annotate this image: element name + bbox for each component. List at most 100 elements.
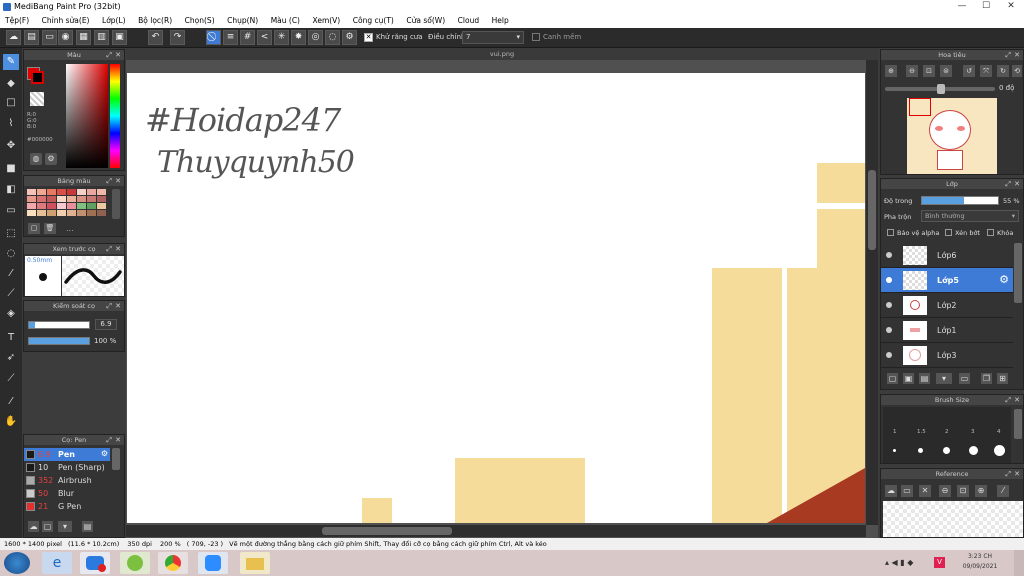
tray-icons[interactable]: ▴ ◀ ▮ ◆ [885, 558, 913, 567]
brush-settings-icon[interactable]: ▤ [82, 521, 93, 532]
curve-snap-icon[interactable]: ◌ [325, 30, 340, 45]
new-palette-icon[interactable]: ▢ [28, 223, 40, 234]
brush-item[interactable]: 6.9 Pen ⚙ [24, 448, 110, 461]
gradient-tool-icon[interactable]: ▭ [3, 203, 19, 219]
snap-checkbox[interactable] [532, 33, 540, 41]
brush-item[interactable]: 10 Pen (Sharp) [24, 461, 110, 474]
layer-scrollbar[interactable] [1014, 243, 1022, 303]
magic-wand-icon[interactable]: ⁄ [3, 266, 19, 282]
correction-select[interactable]: 7 ▾ [462, 31, 524, 44]
redo-icon[interactable]: ↷ [170, 30, 185, 45]
actual-size-icon[interactable]: ⊜ [940, 65, 952, 77]
close-icon[interactable]: ✕ [1014, 50, 1020, 60]
ie-icon[interactable]: e [42, 552, 72, 574]
size-dot[interactable] [918, 448, 923, 453]
close-icon[interactable]: ✕ [115, 50, 121, 60]
eraser-tool-icon[interactable]: ◆ [3, 76, 19, 92]
flip-icon[interactable]: ⤧ [980, 65, 992, 77]
close-button[interactable]: ✕ [998, 0, 1024, 13]
size-dot[interactable] [893, 449, 896, 452]
save-icon[interactable]: ▦ [76, 30, 91, 45]
start-button[interactable] [4, 552, 30, 574]
transparent-swatch[interactable] [30, 92, 44, 106]
zoom-out-icon[interactable]: ⊖ [906, 65, 918, 77]
add-brush-icon[interactable]: ▢ [42, 521, 53, 532]
circle-snap-icon[interactable]: ◎ [308, 30, 323, 45]
menu-color[interactable]: Màu (C) [266, 14, 305, 27]
new-8bit-layer-icon[interactable]: ▤ [919, 373, 930, 384]
cloud-brush-icon[interactable]: ☁ [28, 521, 39, 532]
duplicate-layer-icon[interactable]: ❐ [981, 373, 992, 384]
radial-snap-icon[interactable]: ✳ [274, 30, 289, 45]
undo-icon[interactable]: ↶ [148, 30, 163, 45]
cloud-icon[interactable]: ☁ [6, 30, 21, 45]
layer-row[interactable]: Lớp1 [881, 318, 1013, 343]
layer-row-selected[interactable]: Lớp5 ⚙ [881, 268, 1013, 293]
rotate-right-icon[interactable]: ↻ [997, 65, 1009, 77]
navigator-thumbnail[interactable] [907, 98, 997, 174]
new-halftone-layer-icon[interactable]: ▣ [903, 373, 914, 384]
close-icon[interactable]: ✕ [115, 176, 121, 186]
eye-icon[interactable] [886, 277, 892, 283]
brush-size-value[interactable]: 6.9 [95, 319, 117, 330]
text-tool-icon[interactable]: T [3, 330, 19, 346]
layer-menu-icon[interactable]: ▾ [936, 373, 952, 384]
menu-select[interactable]: Chọn(S) [180, 14, 220, 27]
rotation-slider[interactable] [885, 84, 995, 94]
vertical-scrollbar[interactable] [866, 60, 878, 525]
scroll-thumb[interactable] [868, 170, 876, 250]
brush-menu-icon[interactable]: ▾ [58, 521, 72, 532]
bucket-tool-icon[interactable]: ◧ [3, 182, 19, 198]
eye-icon[interactable] [886, 352, 892, 358]
brush-item[interactable]: 352 Airbrush [24, 474, 110, 487]
reference-view[interactable] [883, 501, 1023, 537]
menu-tools[interactable]: Công cụ(T) [348, 14, 399, 27]
menu-edit[interactable]: Chỉnh sửa(E) [37, 14, 95, 27]
zalo-icon[interactable] [80, 552, 110, 574]
brush-size-scrollbar[interactable] [1014, 409, 1022, 439]
menu-file[interactable]: Tệp(F) [0, 14, 34, 27]
reset-rotation-icon[interactable]: ⟲ [1012, 65, 1022, 77]
layer-row[interactable]: Lớp3 [881, 343, 1013, 368]
snap-off-icon[interactable]: ⃠ [206, 30, 221, 45]
palette-scrollbar[interactable] [112, 189, 120, 219]
clipping-checkbox[interactable] [945, 229, 952, 236]
speech-icon[interactable]: ◉ [58, 30, 73, 45]
brush-list-scrollbar[interactable] [112, 448, 120, 470]
size-dot[interactable] [943, 447, 950, 454]
fill-rect-icon[interactable]: ■ [3, 161, 19, 177]
rotate-left-icon[interactable]: ↺ [963, 65, 975, 77]
layer-row[interactable]: Lớp2 [881, 293, 1013, 318]
eye-icon[interactable] [886, 302, 892, 308]
eyedropper-icon[interactable]: ⁄ [3, 394, 19, 410]
protect-alpha-checkbox[interactable] [887, 229, 894, 236]
select-eraser-icon[interactable]: ◈ [3, 306, 19, 322]
document-tab[interactable]: vui.png [126, 48, 878, 60]
move-tool-icon[interactable]: ✥ [3, 138, 19, 154]
eye-icon[interactable] [886, 252, 892, 258]
settings-snap-icon[interactable]: ⚙ [342, 30, 357, 45]
menu-view[interactable]: Xem(V) [308, 14, 346, 27]
color-wheel-icon[interactable]: ◍ [30, 153, 42, 165]
palette-swatches[interactable] [26, 189, 110, 217]
close-icon[interactable]: ✕ [115, 244, 121, 254]
menu-cloud[interactable]: Cloud [453, 14, 484, 27]
perspective-snap-icon[interactable]: < [257, 30, 272, 45]
lasso-tool-icon[interactable]: ◌ [3, 246, 19, 262]
folder-icon[interactable]: ▭ [959, 373, 970, 384]
minimize-button[interactable]: — [950, 0, 974, 13]
brush-opacity-slider[interactable] [28, 337, 90, 345]
horizontal-scrollbar[interactable] [126, 525, 866, 537]
palette-more[interactable]: ... [66, 224, 74, 233]
drawing-canvas[interactable]: #Hoidap247 Thuyquynh50 [127, 73, 865, 523]
size-dot[interactable] [994, 445, 1005, 456]
maximize-button[interactable]: ☐ [974, 0, 998, 13]
fit-icon[interactable]: ⊡ [957, 485, 969, 497]
menu-filter[interactable]: Bộ lọc(R) [133, 14, 177, 27]
select-tool-icon[interactable]: ⬚ [3, 226, 19, 242]
layer-row[interactable]: Lớp6 [881, 243, 1013, 268]
antialias-checkbox[interactable]: ✕ [364, 33, 373, 42]
unikey-icon[interactable]: V [934, 557, 945, 568]
close-icon[interactable]: ✕ [1014, 395, 1020, 405]
folder-icon[interactable]: ▭ [901, 485, 913, 497]
